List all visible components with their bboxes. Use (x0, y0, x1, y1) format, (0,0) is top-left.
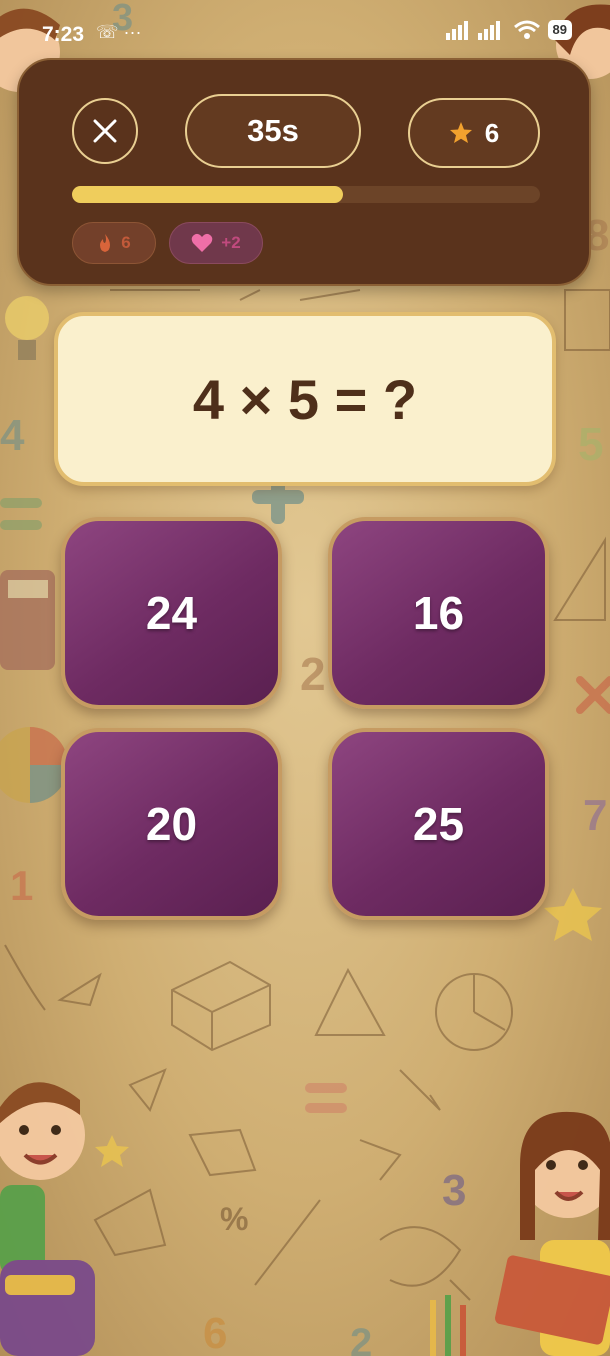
svg-text:6: 6 (203, 1309, 227, 1356)
timer-display: 35s (185, 94, 361, 168)
answer-option-3[interactable]: 20 (61, 728, 282, 920)
star-icon (449, 122, 472, 143)
progress-fill (72, 186, 344, 203)
answer-label: 24 (145, 587, 198, 639)
svg-text:7: 7 (583, 791, 607, 840)
question-card: 4 × 5 = ? (54, 312, 556, 486)
status-app-icons: ☏ ··· (96, 22, 142, 42)
flame-icon (100, 234, 111, 252)
progress-bar (72, 186, 540, 203)
status-bar: 7:23 ☏ ··· 89 (0, 0, 610, 58)
svg-text:1: 1 (10, 862, 33, 909)
answer-option-2[interactable]: 16 (328, 517, 549, 709)
battery-indicator: 89 (547, 20, 572, 40)
game-header-panel: 35s 6 6 +2 (17, 58, 591, 286)
answer-label: 25 (412, 798, 465, 850)
star-counter: 6 (408, 98, 540, 168)
svg-text:2: 2 (350, 1321, 372, 1356)
question-text: 4 × 5 = ? (192, 367, 418, 431)
streak-count: 6 (121, 233, 131, 252)
svg-text:%: % (220, 1201, 248, 1237)
heart-icon (192, 233, 213, 252)
star-count: 6 (484, 117, 500, 148)
svg-text:4: 4 (0, 411, 25, 460)
answer-option-1[interactable]: 24 (61, 517, 282, 709)
streak-badge: 6 (72, 222, 156, 264)
answer-label: 20 (145, 798, 198, 850)
cellular-signal-icon (445, 21, 500, 40)
answer-option-4[interactable]: 25 (328, 728, 549, 920)
svg-text:3: 3 (442, 1166, 466, 1215)
svg-text:5: 5 (578, 418, 604, 470)
svg-text:2: 2 (300, 648, 326, 700)
close-button[interactable] (72, 98, 138, 164)
lives-badge: +2 (169, 222, 263, 264)
timer-value: 35s (247, 113, 299, 148)
close-icon (93, 119, 117, 143)
lives-count: +2 (221, 233, 241, 252)
status-indicators: 89 (445, 20, 572, 40)
status-time: 7:23 (42, 23, 85, 46)
answer-label: 16 (412, 587, 465, 639)
wifi-icon (513, 20, 540, 39)
